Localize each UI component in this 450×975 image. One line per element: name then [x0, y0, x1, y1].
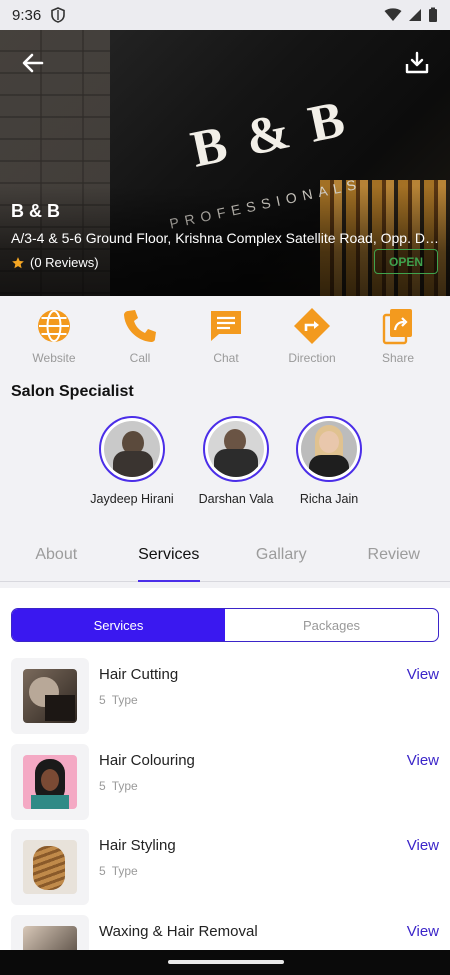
view-link[interactable]: View: [407, 837, 439, 854]
status-time: 9:36: [12, 6, 42, 24]
action-label-chat: Chat: [213, 351, 239, 365]
hero-banner: B & B PROFESSIONALS B & B A/3-4 & 5-6 Gr…: [0, 30, 450, 296]
service-thumbnail: [23, 925, 77, 950]
action-label-call: Call: [129, 351, 151, 365]
view-link[interactable]: View: [407, 752, 439, 769]
view-link[interactable]: View: [407, 666, 439, 683]
service-thumbnail: [23, 840, 77, 894]
service-title: Hair Styling: [99, 837, 176, 854]
action-label-website: Website: [32, 351, 76, 365]
services-packages-toggle: Services Packages: [11, 608, 439, 642]
service-type-count: 5 Type: [99, 693, 138, 707]
tab-review[interactable]: Review: [338, 536, 450, 581]
globe-icon: [38, 310, 70, 342]
specialist-name: Richa Jain: [299, 492, 359, 506]
system-nav-bar: [0, 950, 450, 975]
screen: 9:36 B & B PROFESSIONALS: [0, 0, 450, 975]
list-item[interactable]: Waxing & Hair Removal View: [0, 913, 450, 950]
services-panel: Services Packages Hair Cutting 5 Type Vie…: [0, 588, 450, 950]
service-type-count: 5 Type: [99, 778, 138, 793]
action-label-direction: Direction: [288, 351, 336, 365]
salon-rating[interactable]: (0 Reviews): [11, 255, 99, 270]
tab-bar: About Services Gallary Review: [0, 536, 450, 582]
service-type-count: 5 Type: [99, 864, 138, 878]
chat-icon: [211, 311, 241, 341]
status-icons: [384, 7, 438, 23]
wifi-icon: [384, 8, 402, 21]
view-link[interactable]: View: [407, 923, 439, 940]
action-row: Website Call Chat Direction Share: [0, 306, 450, 372]
salon-name: B & B: [11, 201, 60, 221]
share-icon: [382, 309, 412, 345]
specialist-section-title: Salon Specialist: [11, 383, 134, 400]
specialist-list: Jaydeep Hirani Darshan Vala Richa Jain: [0, 416, 450, 516]
avatar: [301, 421, 357, 477]
list-item[interactable]: Hair Cutting 5 Type View: [0, 656, 450, 742]
back-arrow-icon[interactable]: [20, 50, 46, 76]
phone-icon: [124, 310, 156, 342]
specialist-card[interactable]: Jaydeep Hirani: [72, 416, 192, 506]
home-gesture-pill[interactable]: [168, 960, 284, 964]
website-button[interactable]: Website: [11, 306, 97, 372]
shield-icon: [51, 7, 66, 23]
avatar: [104, 421, 160, 477]
specialist-name: Darshan Vala: [198, 492, 274, 506]
segment-packages[interactable]: Packages: [225, 609, 438, 641]
direction-icon: [294, 308, 330, 344]
specialist-card[interactable]: Richa Jain: [269, 416, 389, 506]
hero-sign: B & B: [186, 89, 354, 179]
direction-button[interactable]: Direction: [269, 306, 355, 372]
tab-about[interactable]: About: [0, 536, 113, 581]
list-item[interactable]: Hair Colouring 5 Type View: [0, 742, 450, 828]
call-button[interactable]: Call: [97, 306, 183, 372]
service-list: Hair Cutting 5 Type View Hair Colouring 5…: [0, 656, 450, 950]
service-title: Hair Cutting: [99, 666, 179, 683]
signal-icon: [409, 9, 421, 21]
action-label-share: Share: [381, 351, 415, 365]
share-button[interactable]: Share: [355, 306, 441, 372]
avatar: [208, 421, 264, 477]
service-title: Waxing & Hair Removal: [99, 922, 258, 940]
tab-services[interactable]: Services: [113, 536, 226, 582]
battery-icon: [429, 7, 437, 22]
chat-button[interactable]: Chat: [183, 306, 269, 372]
specialist-name: Jaydeep Hirani: [90, 492, 174, 506]
service-title: Hair Colouring: [99, 751, 195, 769]
service-thumbnail: [23, 754, 77, 809]
reviews-count: (0 Reviews): [30, 255, 99, 270]
tab-gallary[interactable]: Gallary: [225, 536, 338, 581]
star-icon: [12, 256, 24, 268]
status-bar: 9:36: [0, 0, 450, 30]
service-thumbnail: [23, 669, 77, 723]
download-icon[interactable]: [404, 50, 430, 76]
list-item[interactable]: Hair Styling 5 Type View: [0, 827, 450, 913]
salon-address: A/3-4 & 5-6 Ground Floor, Krishna Comple…: [11, 230, 441, 246]
open-status-badge: OPEN: [374, 249, 438, 274]
segment-services[interactable]: Services: [12, 609, 225, 641]
